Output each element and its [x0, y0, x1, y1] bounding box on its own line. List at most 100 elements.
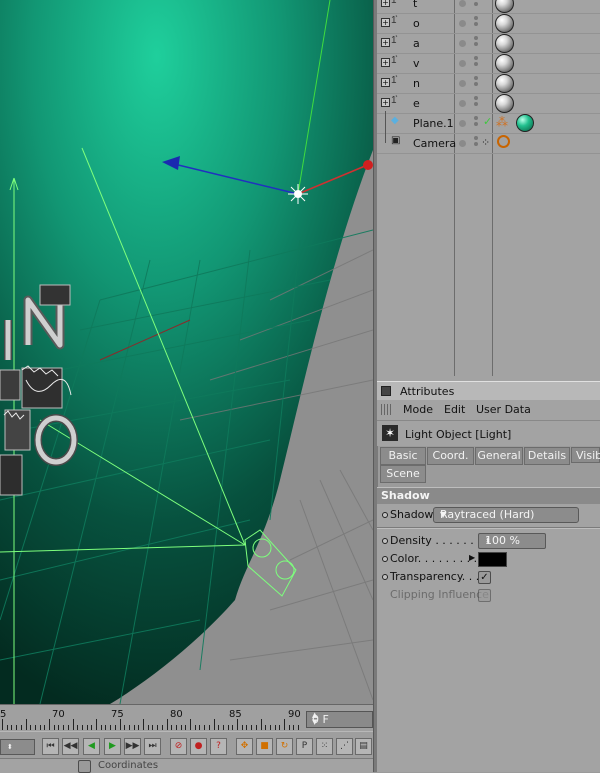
render-visibility-dots[interactable] [474, 116, 478, 130]
panel-menu-icon[interactable] [381, 386, 391, 396]
stepper-arrows-icon[interactable]: ⬍ [7, 740, 32, 754]
render-visibility-dots[interactable] [474, 36, 478, 50]
object-row-v[interactable]: + 1͐ v [377, 53, 600, 74]
tab-basic[interactable]: Basic [380, 447, 426, 465]
tab-coord[interactable]: Coord. [427, 447, 474, 465]
render-visibility-dots[interactable] [474, 56, 478, 70]
clipping-influence-checkbox[interactable] [478, 589, 491, 602]
check-icon[interactable]: ✓ [483, 115, 492, 128]
editor-visibility-dot[interactable] [459, 20, 466, 27]
object-name[interactable]: Plane.1 [413, 117, 454, 130]
object-row-a[interactable]: + 1͐ a [377, 33, 600, 54]
material-tag-icon[interactable] [495, 74, 514, 93]
tab-scene[interactable]: Scene [380, 465, 426, 483]
scheme-icon[interactable]: ▤ [355, 738, 372, 755]
object-name[interactable]: a [413, 37, 420, 50]
render-visibility-dots[interactable] [474, 76, 478, 90]
current-frame-field[interactable]: 0 F ▲ ▼ [306, 711, 373, 728]
tick-mark [39, 725, 41, 730]
expand-triangle-icon[interactable]: ▶ [469, 553, 475, 562]
scale-key-icon[interactable]: ■ [256, 738, 273, 755]
goto-start-button[interactable]: ⏮ [42, 738, 59, 755]
texture-tag-icon[interactable]: ⁂ [496, 115, 508, 129]
record-keys-icon[interactable]: ⊘ [170, 738, 187, 755]
color-swatch[interactable] [478, 552, 507, 567]
transparency-checkbox[interactable]: ✓ [478, 571, 491, 584]
rotation-key-icon[interactable]: ↻ [276, 738, 293, 755]
material-tag-icon[interactable] [495, 34, 514, 53]
tab-general[interactable]: General [475, 447, 523, 465]
expand-icon[interactable]: + [381, 78, 390, 87]
editor-visibility-dot[interactable] [459, 100, 466, 107]
tab-visibility[interactable]: Visib [571, 447, 600, 463]
goto-end-button[interactable]: ⏭ [144, 738, 161, 755]
material-tag-icon[interactable] [495, 94, 514, 113]
autokey-icon[interactable]: ● [190, 738, 207, 755]
expand-icon[interactable]: + [381, 18, 390, 27]
target-tag-icon[interactable]: ⁘ [481, 136, 490, 149]
object-row-plane[interactable]: ◆ Plane.1 ✓ ⁂ [377, 111, 600, 134]
object-row-t[interactable]: + 1͐ t [377, 0, 600, 14]
object-manager[interactable]: + 1͐ t + 1͐ o + 1͐ a + 1͐ v + 1͐ n + 1͐ … [377, 0, 600, 381]
density-field[interactable]: 100 % ⬍ [478, 533, 546, 549]
object-row-camera[interactable]: ▣ Camera ⁘ [377, 133, 600, 154]
editor-visibility-dot[interactable] [459, 40, 466, 47]
coordinates-toggle[interactable] [78, 760, 91, 773]
render-visibility-dots[interactable] [474, 96, 478, 110]
animate-bullet-icon[interactable] [382, 538, 388, 544]
animate-bullet-icon[interactable] [382, 556, 388, 562]
move-key-icon[interactable]: ✥ [236, 738, 253, 755]
editor-visibility-dot[interactable] [459, 60, 466, 67]
object-row-e[interactable]: + 1͐ e [377, 93, 600, 114]
material-tag-icon[interactable] [495, 54, 514, 73]
grip-icon[interactable] [381, 404, 391, 415]
expand-icon[interactable]: + [381, 38, 390, 47]
viewport-scene[interactable] [0, 0, 373, 704]
object-name[interactable]: e [413, 97, 420, 110]
stepper-arrows-icon[interactable]: ▲ ▼ [312, 712, 369, 726]
stepper-arrows-icon[interactable]: ⬍ [485, 534, 542, 548]
menu-user-data[interactable]: User Data [476, 403, 531, 416]
keyframe-selection-icon[interactable]: ? [210, 738, 227, 755]
shadow-type-dropdown[interactable]: Raytraced (Hard) ▼ [433, 507, 579, 523]
menu-mode[interactable]: Mode [403, 403, 433, 416]
animate-bullet-icon[interactable] [382, 512, 388, 518]
next-key-button[interactable]: ▶▶ [124, 738, 141, 755]
tab-details[interactable]: Details [524, 447, 570, 465]
protection-tag-icon[interactable] [497, 135, 510, 148]
object-name[interactable]: Camera [413, 137, 456, 150]
menu-edit[interactable]: Edit [444, 403, 465, 416]
play-forward-button[interactable]: ▶ [104, 738, 121, 755]
interpolation-icon[interactable]: ⋰ [336, 738, 353, 755]
material-tag-icon[interactable] [516, 114, 534, 132]
editor-visibility-dot[interactable] [459, 140, 466, 147]
object-name[interactable]: n [413, 77, 420, 90]
expand-icon[interactable]: + [381, 58, 390, 67]
expand-icon[interactable]: + [381, 0, 390, 7]
object-row-n[interactable]: + 1͐ n [377, 73, 600, 94]
render-visibility-dots[interactable] [474, 16, 478, 30]
point-level-icon[interactable]: ⁙ [316, 738, 333, 755]
editor-visibility-dot[interactable] [459, 120, 466, 127]
object-label: Light Object [Light] [405, 428, 512, 441]
tick-mark [105, 725, 107, 730]
object-name[interactable]: v [413, 57, 420, 70]
object-name[interactable]: o [413, 17, 420, 30]
play-backward-button[interactable]: ◀ [83, 738, 100, 755]
render-visibility-dots[interactable] [474, 136, 478, 150]
viewport[interactable] [0, 0, 373, 704]
editor-visibility-dot[interactable] [459, 80, 466, 87]
render-visibility-dots[interactable] [474, 0, 478, 10]
material-tag-icon[interactable] [495, 0, 514, 13]
material-tag-icon[interactable] [495, 14, 514, 33]
object-name[interactable]: t [413, 0, 417, 10]
animate-bullet-icon[interactable] [382, 574, 388, 580]
tick-mark [119, 719, 121, 730]
frame-range-field[interactable]: ⬍ [0, 739, 35, 755]
previous-key-button[interactable]: ◀◀ [62, 738, 79, 755]
object-row-o[interactable]: + 1͐ o [377, 13, 600, 34]
parameter-key-icon[interactable]: P [296, 738, 313, 755]
expand-icon[interactable]: + [381, 98, 390, 107]
tick-label: 75 [111, 709, 124, 720]
editor-visibility-dot[interactable] [459, 0, 466, 7]
